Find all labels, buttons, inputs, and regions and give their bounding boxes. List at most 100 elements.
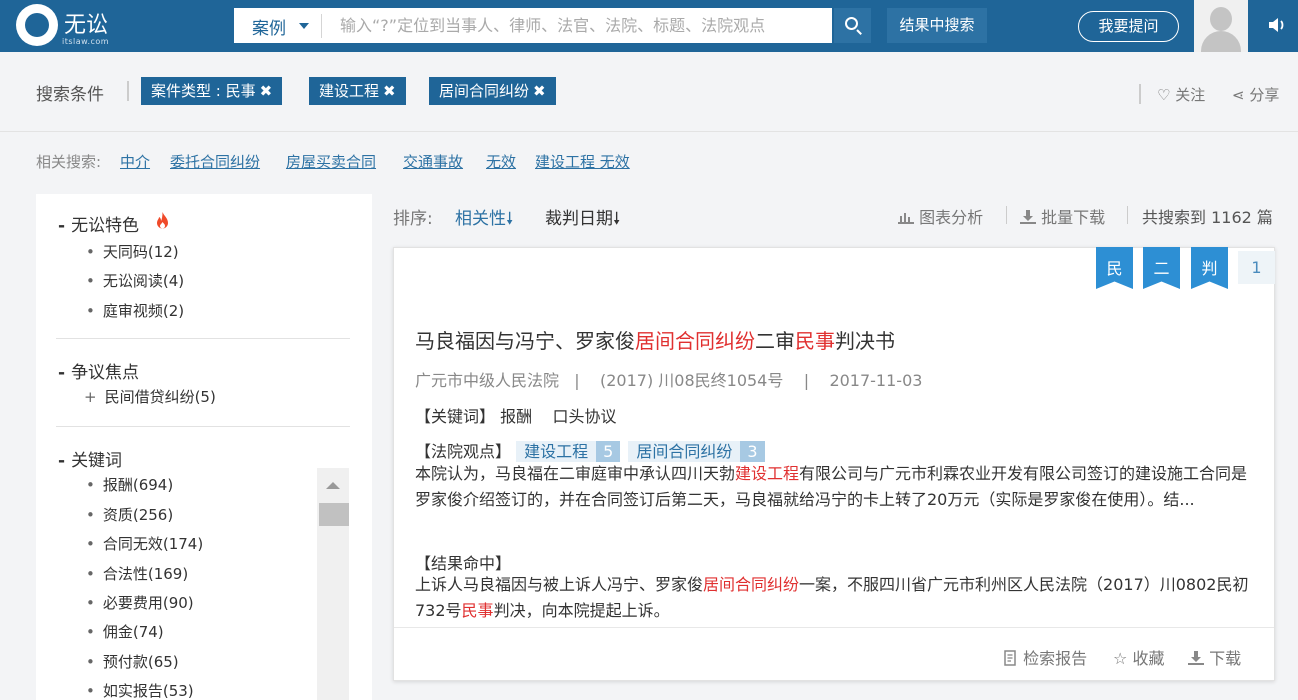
search-type-select[interactable]: 案例 <box>252 14 286 39</box>
collapse-icon: - <box>58 216 66 236</box>
text-highlight: 民事 <box>461 601 494 620</box>
search-divider <box>321 14 322 38</box>
bullet: • <box>86 476 95 494</box>
logo-subtitle: itslaw.com <box>62 37 110 46</box>
share-label: 分享 <box>1249 86 1280 104</box>
speaker-icon[interactable] <box>1268 16 1286 34</box>
result-index: 1 <box>1238 251 1275 284</box>
logo-icon[interactable] <box>16 4 58 46</box>
search-in-results-button[interactable]: 结果中搜索 <box>887 8 987 43</box>
search-icon[interactable] <box>845 17 858 30</box>
star-icon: ☆ <box>1113 649 1128 668</box>
bulk-download-button[interactable]: 批量下载 <box>1020 204 1105 228</box>
follow-label: 关注 <box>1175 86 1206 104</box>
facet-item[interactable]: • 报酬(694) <box>86 474 173 495</box>
report-icon <box>1004 650 1016 666</box>
bulk-download-label: 批量下载 <box>1041 208 1106 227</box>
fire-icon <box>157 212 168 229</box>
facet-item[interactable]: • 佣金(74) <box>86 621 164 642</box>
bullet: • <box>86 535 95 553</box>
court-view-label: 【法院观点】 <box>415 442 512 461</box>
text-segment: 判决，向本院提起上诉。 <box>493 601 670 620</box>
facet-item[interactable]: • 合法性(169) <box>86 563 188 584</box>
facet-divider <box>56 426 350 427</box>
facet-section-title[interactable]: - 无讼特色 <box>58 211 139 236</box>
heart-icon: ♡ <box>1157 86 1171 104</box>
tool-divider <box>1006 206 1007 224</box>
facet-item[interactable]: • 必要费用(90) <box>86 592 194 613</box>
close-icon[interactable]: ✖ <box>260 82 273 100</box>
related-link[interactable]: 交通事故 <box>403 151 463 172</box>
expand-icon[interactable]: + <box>84 388 97 406</box>
filter-chip-label: 居间合同纠纷 <box>439 82 530 100</box>
facet-item[interactable]: • 如实报告(53) <box>86 680 194 700</box>
related-link[interactable]: 中介 <box>120 151 150 172</box>
court-view-tag[interactable]: 居间合同纠纷 <box>628 441 741 462</box>
bullet: • <box>86 653 95 671</box>
chart-analysis-button[interactable]: 图表分析 <box>898 204 983 228</box>
bullet: • <box>86 594 95 612</box>
text-highlight: 建设工程 <box>735 464 800 483</box>
keywords-label: 【关键词】 <box>415 407 496 426</box>
related-link[interactable]: 房屋买卖合同 <box>286 151 376 172</box>
filter-chip-case-type[interactable]: 案件类型 : 民事 ✖ <box>141 77 283 105</box>
facet-item-label: 资质(256) <box>102 506 174 524</box>
follow-button[interactable]: ♡ 关注 <box>1157 84 1205 105</box>
collapse-icon: - <box>58 363 66 383</box>
ask-question-button[interactable]: 我要提问 <box>1078 11 1179 42</box>
bullet: • <box>86 682 95 700</box>
title-highlight: 居间合同纠纷 <box>635 329 755 353</box>
favorite-button[interactable]: ☆ 收藏 <box>1113 645 1164 669</box>
download-button[interactable]: 下载 <box>1188 645 1241 669</box>
related-search-label: 相关搜索: <box>36 153 102 171</box>
filter-divider <box>127 81 129 101</box>
case-title[interactable]: 马良福因与冯宁、罗家俊居间合同纠纷二审民事判决书 <box>415 325 895 354</box>
facet-item-label: 天同码(12) <box>102 243 179 261</box>
facet-item[interactable]: + 民间借贷纠纷(5) <box>84 386 216 407</box>
facet-item[interactable]: • 预付款(65) <box>86 651 179 672</box>
filter-chip-label: 案件类型 : 民事 <box>151 82 256 100</box>
close-icon[interactable]: ✖ <box>533 82 546 100</box>
filter-chip-intermediary[interactable]: 居间合同纠纷 ✖ <box>429 77 556 105</box>
court-view-tag-count: 5 <box>596 441 621 462</box>
facet-item-label: 民间借贷纠纷(5) <box>104 388 216 406</box>
scroll-thumb[interactable] <box>319 503 349 526</box>
facet-item[interactable]: • 庭审视频(2) <box>86 300 184 321</box>
related-link[interactable]: 委托合同纠纷 <box>170 151 260 172</box>
arrow-down-icon: 🠗 <box>506 209 514 229</box>
sort-date[interactable]: 裁判日期🠗 <box>545 204 620 235</box>
search-input[interactable] <box>330 10 828 41</box>
bullet: • <box>86 272 95 290</box>
report-button[interactable]: 检索报告 <box>1004 645 1087 669</box>
text-highlight: 居间合同纠纷 <box>703 575 800 594</box>
close-icon[interactable]: ✖ <box>383 82 396 100</box>
case-meta: 广元市中级人民法院 | (2017) 川08民终1054号 | 2017-11-… <box>415 371 923 390</box>
filter-chip-construction[interactable]: 建设工程 ✖ <box>309 77 406 105</box>
card-footer-divider <box>394 627 1274 628</box>
facet-item[interactable]: • 合同无效(174) <box>86 533 203 554</box>
facet-section-label: 关键词 <box>71 451 123 471</box>
related-link[interactable]: 建设工程 无效 <box>535 151 630 172</box>
scroll-up-icon[interactable] <box>326 482 340 489</box>
text-segment: 上诉人马良福因与被上诉人冯宁、罗家俊 <box>415 575 704 594</box>
facet-item-label: 佣金(74) <box>102 623 164 641</box>
facet-section-title[interactable]: - 争议焦点 <box>58 358 139 383</box>
facet-section-label: 争议焦点 <box>71 363 140 383</box>
facet-section-label: 无讼特色 <box>71 216 140 236</box>
related-link[interactable]: 无效 <box>486 151 516 172</box>
logo-text[interactable]: 无讼 <box>64 7 108 39</box>
facet-item[interactable]: • 天同码(12) <box>86 241 179 262</box>
chevron-down-icon[interactable] <box>299 23 309 29</box>
share-icon: ⋖ <box>1232 86 1245 104</box>
keywords-value: 报酬 口头协议 <box>500 407 617 426</box>
tool-divider <box>1127 206 1128 224</box>
sort-relevance[interactable]: 相关性🠗 <box>455 204 513 235</box>
filter-chip-label: 建设工程 <box>319 82 380 100</box>
facet-item[interactable]: • 资质(256) <box>86 504 173 525</box>
facet-item[interactable]: • 无讼阅读(4) <box>86 270 184 291</box>
court-view-tag[interactable]: 建设工程 <box>516 441 597 462</box>
facet-section-title[interactable]: - 关键词 <box>58 446 122 471</box>
share-button[interactable]: ⋖ 分享 <box>1232 84 1279 105</box>
text-segment: 本院认为，马良福在二审庭审中承认四川天勃 <box>415 464 736 483</box>
bar-chart-icon <box>898 213 914 224</box>
